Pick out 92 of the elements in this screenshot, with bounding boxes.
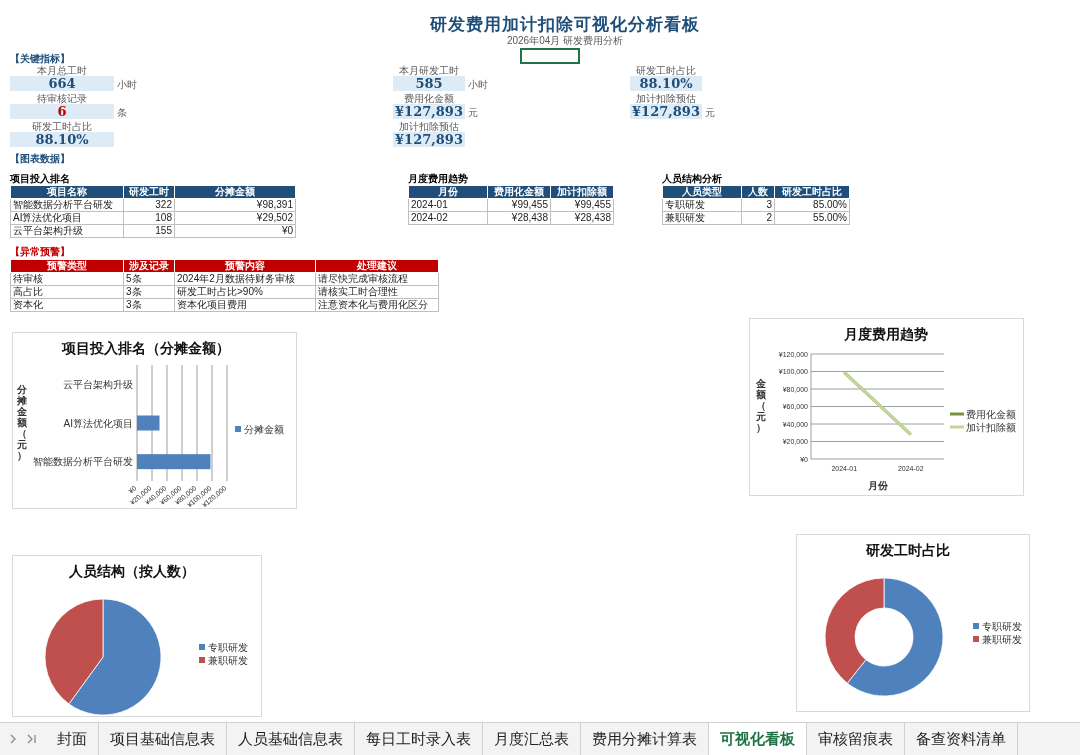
- table-cell: 55.00%: [774, 211, 850, 225]
- unit-label: 条: [117, 107, 127, 119]
- column-header: 加计扣除额: [550, 185, 614, 199]
- metric-label: 本月研发工时: [399, 65, 459, 76]
- table-cell: 155: [123, 224, 175, 238]
- table-cell: 3条: [123, 285, 175, 299]
- legend-label: 费用化金额: [966, 409, 1016, 420]
- metric-value: 585: [393, 76, 465, 91]
- table-cell: 请核实工时合理性: [315, 285, 439, 299]
- column-header: 分摊金额: [174, 185, 296, 199]
- table-cell: AI算法优化项目: [10, 211, 124, 225]
- table-cell: ¥28,438: [487, 211, 551, 225]
- table-cell: 专职研发: [662, 198, 742, 212]
- table-cell: 高占比: [10, 285, 124, 299]
- metric-value: 88.10%: [10, 132, 114, 147]
- table-cell: 资本化项目费用: [174, 298, 316, 312]
- chart-title: 月度费用趋势: [843, 326, 928, 342]
- table-cell: 322: [123, 198, 175, 212]
- category-label: 智能数据分析平台研发: [33, 456, 133, 468]
- table-cell: 3: [741, 198, 775, 212]
- metric-value: 6: [10, 104, 114, 119]
- table-cell: 注意资本化与费用化区分: [315, 298, 439, 312]
- category-label: AI算法优化项目: [63, 417, 133, 429]
- table-title: 月度费用趋势: [408, 173, 469, 185]
- metric-label: 加计扣除预估: [399, 121, 459, 132]
- column-header: 预警类型: [10, 259, 124, 273]
- section-heading: 【图表数据】: [10, 153, 70, 165]
- table-title: 人员结构分析: [662, 173, 723, 185]
- table-cell: 智能数据分析平台研发: [10, 198, 124, 212]
- metric-label: 研发工时占比: [636, 65, 696, 76]
- table-cell: ¥0: [174, 224, 296, 238]
- axis-title: 分摊金额（元）: [17, 383, 27, 461]
- chart-title: 项目投入排名（分摊金额）: [61, 340, 230, 356]
- table-cell: ¥99,455: [487, 198, 551, 212]
- column-header: 费用化金额: [487, 185, 551, 199]
- table-cell: ¥99,455: [550, 198, 614, 212]
- axis-title: 金额（元）: [756, 378, 766, 433]
- column-header: 人数: [741, 185, 775, 199]
- table-cell: 研发工时占比>90%: [174, 285, 316, 299]
- legend-label: 专职研发: [982, 620, 1022, 632]
- unit-label: 小时: [468, 79, 488, 91]
- table-cell: 云平台架构升级: [10, 224, 124, 238]
- table-cell: ¥29,502: [174, 211, 296, 225]
- table-cell: 待审核: [10, 272, 124, 286]
- table-cell: ¥28,438: [550, 211, 614, 225]
- column-header: 月份: [408, 185, 488, 199]
- dashboard-title: 研发费用加计扣除可视化分析看板: [430, 13, 700, 35]
- column-header: 涉及记录: [123, 259, 175, 273]
- dashboard-subtitle: 2026年04月 研发费用分析: [506, 35, 624, 47]
- column-header: 人员类型: [662, 185, 742, 199]
- table-title: 项目投入排名: [10, 173, 71, 185]
- legend-label: 兼职研发: [982, 633, 1022, 645]
- metric-label: 费用化金额: [404, 93, 454, 104]
- unit-label: 元: [705, 107, 715, 119]
- column-header: 项目名称: [10, 185, 124, 199]
- column-header: 研发工时占比: [774, 185, 850, 199]
- metric-value: ¥127,893: [393, 132, 465, 147]
- section-heading: 【异常预警】: [10, 246, 70, 258]
- axis-title: 月份: [867, 480, 888, 491]
- metric-value: 664: [10, 76, 114, 91]
- section-heading: 【关键指标】: [10, 53, 70, 65]
- table-cell: 85.00%: [774, 198, 850, 212]
- table-cell: 108: [123, 211, 175, 225]
- legend-label: 兼职研发: [208, 654, 248, 666]
- table-cell: 请尽快完成审核流程: [315, 272, 439, 286]
- unit-label: 元: [468, 107, 478, 119]
- metric-label: 加计扣除预估: [636, 93, 696, 104]
- legend-label: 专职研发: [208, 641, 248, 653]
- table-cell: ¥98,391: [174, 198, 296, 212]
- metric-label: 本月总工时: [37, 65, 87, 76]
- metric-value: ¥127,893: [630, 104, 702, 119]
- chart-title: 人员结构（按人数）: [69, 563, 195, 579]
- metric-label: 待审核记录: [37, 93, 87, 104]
- category-label: 云平台架构升级: [63, 378, 133, 390]
- legend-label: 分摊金额: [244, 423, 284, 435]
- table-cell: 2024年2月数据待财务审核: [174, 272, 316, 286]
- metric-value: ¥127,893: [393, 104, 465, 119]
- metric-label: 研发工时占比: [32, 121, 92, 132]
- table-cell: 2024-01: [408, 198, 488, 212]
- table-cell: 资本化: [10, 298, 124, 312]
- table-cell: 兼职研发: [662, 211, 742, 225]
- legend-label: 加计扣除额: [966, 422, 1016, 433]
- table-cell: 2024-02: [408, 211, 488, 225]
- table-cell: 2: [741, 211, 775, 225]
- table-cell: 3条: [123, 298, 175, 312]
- unit-label: 小时: [117, 79, 137, 91]
- column-header: 处理建议: [315, 259, 439, 273]
- chart-title: 研发工时占比: [866, 542, 950, 558]
- metric-value: 88.10%: [630, 76, 702, 91]
- column-header: 研发工时: [123, 185, 175, 199]
- table-cell: 5条: [123, 272, 175, 286]
- column-header: 预警内容: [174, 259, 316, 273]
